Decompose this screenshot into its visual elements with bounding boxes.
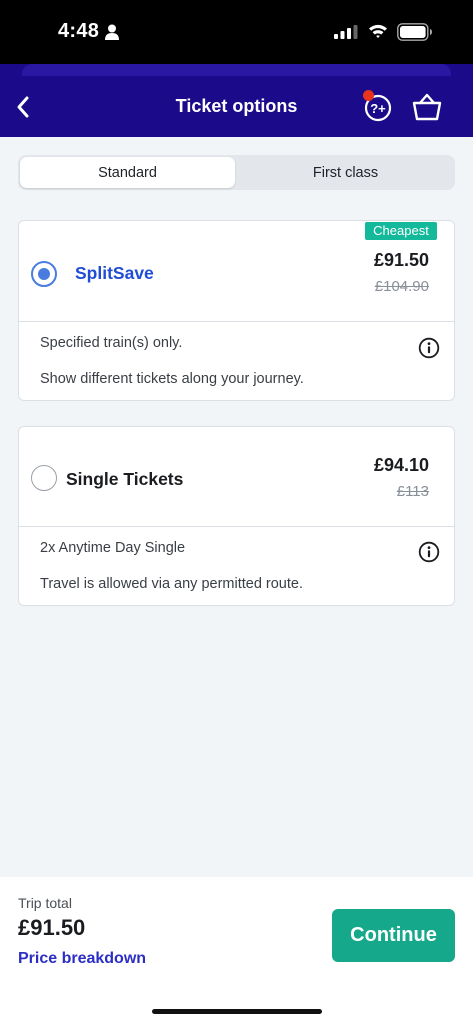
tab-standard[interactable]: Standard: [20, 157, 235, 188]
ticket-card-splitsave[interactable]: Cheapest SplitSave £91.50 £104.90 Specif…: [18, 220, 455, 401]
continue-button[interactable]: Continue: [332, 909, 455, 962]
radio-unselected[interactable]: [31, 465, 57, 491]
ticket-price: £91.50: [373, 250, 429, 270]
ticket-name: SplitSave: [75, 263, 154, 283]
cheapest-badge: Cheapest: [365, 222, 437, 240]
trip-total-value: £91.50: [18, 915, 86, 940]
radio-selected[interactable]: [31, 261, 57, 287]
ticket-price: £94.10: [373, 455, 429, 475]
status-bar: 4:48: [0, 0, 473, 64]
card-divider: [19, 526, 454, 527]
ticket-old-price: £104.90: [374, 278, 429, 295]
info-icon[interactable]: [418, 337, 440, 359]
card-divider: [19, 321, 454, 322]
notification-dot: [363, 90, 374, 101]
status-time: 4:48: [58, 20, 100, 42]
ticket-condition: Travel is allowed via any permitted rout…: [40, 576, 303, 592]
basket-icon[interactable]: [411, 92, 443, 122]
ticket-name: Single Tickets: [66, 469, 184, 489]
info-icon[interactable]: [418, 541, 440, 563]
svg-text:?+: ?+: [370, 101, 386, 116]
ticket-card-single[interactable]: Single Tickets £94.10 £113 2x Anytime Da…: [18, 426, 455, 606]
ticket-condition: Specified train(s) only.: [40, 335, 183, 351]
person-icon: [105, 24, 119, 40]
signal-icon: [334, 25, 358, 39]
price-breakdown-link[interactable]: Price breakdown: [18, 950, 146, 968]
tab-first-class[interactable]: First class: [238, 157, 453, 188]
home-indicator[interactable]: [152, 1009, 322, 1014]
wifi-icon: [369, 24, 387, 38]
trip-total-label: Trip total: [18, 895, 72, 911]
ticket-condition: 2x Anytime Day Single: [40, 540, 186, 556]
class-segmented-control: Standard First class: [18, 155, 455, 190]
ticket-old-price: £113: [396, 483, 429, 500]
page-title: Ticket options: [175, 96, 298, 116]
ticket-condition: Show different tickets along your journe…: [40, 371, 304, 387]
battery-icon: [397, 23, 432, 41]
